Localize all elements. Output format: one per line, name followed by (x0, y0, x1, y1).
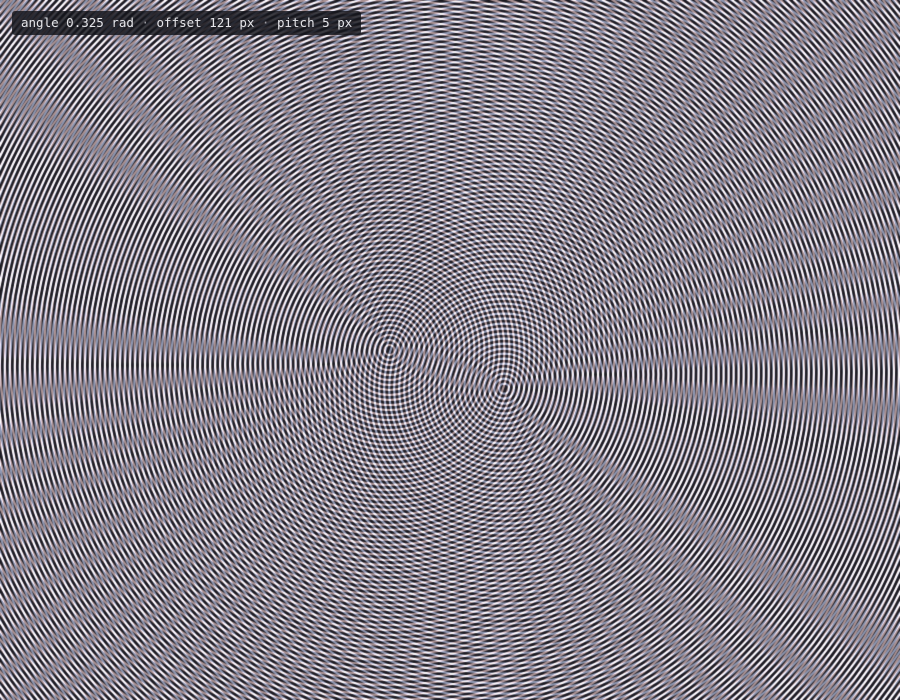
angle-value: 0.325 (66, 15, 104, 30)
pitch-unit: px (337, 15, 353, 30)
pitch-label: pitch (276, 15, 315, 30)
separator: · (261, 15, 270, 30)
angle-label: angle (21, 15, 59, 30)
separator: · (141, 15, 149, 30)
offset-unit: px (239, 15, 255, 30)
offset-label: offset (156, 15, 202, 30)
angle-unit: rad (111, 15, 134, 30)
pitch-value: 5 (322, 15, 330, 30)
moire-stage[interactable]: angle 0.325 rad · offset 121 px · pitch … (0, 0, 900, 700)
offset-value: 121 (209, 15, 232, 30)
parameter-readout: angle 0.325 rad · offset 121 px · pitch … (12, 11, 362, 35)
moire-canvas[interactable] (0, 0, 900, 700)
